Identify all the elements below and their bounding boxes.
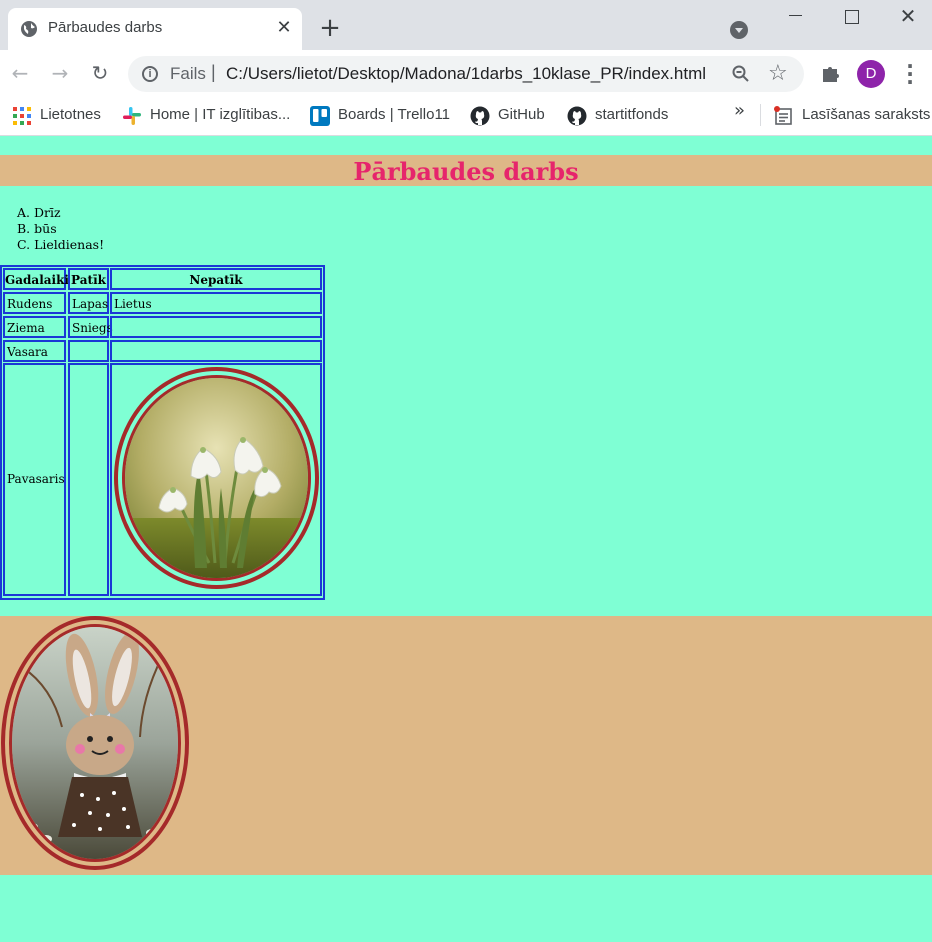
apps-grid-icon [13, 107, 31, 125]
kebab-menu-icon[interactable]: · · · [900, 56, 920, 92]
bookmark-star-icon[interactable]: ☆ [768, 61, 788, 86]
tab-strip: Pārbaudes darbs ✕ + ✕ [0, 0, 932, 50]
table-cell [68, 363, 109, 596]
zoom-out-icon[interactable] [732, 65, 750, 83]
globe-icon [21, 21, 37, 37]
list-item: B. būs [17, 221, 57, 236]
new-tab-button[interactable]: + [318, 15, 342, 41]
url-text[interactable]: C:/Users/lietot/Desktop/Madona/1darbs_10… [226, 64, 706, 84]
table-cell [110, 340, 322, 362]
page-title: Pārbaudes darbs [353, 157, 579, 186]
page-header-band: Pārbaudes darbs [0, 155, 932, 186]
bookmark-label: Boards | Trello11 [338, 106, 451, 123]
bookmarks-divider [760, 104, 761, 126]
table-cell [110, 316, 322, 338]
table-header-cell: Gadalaiki [3, 268, 69, 290]
ordered-list: A. Drīz B. būs C. Lieldienas! [17, 205, 104, 253]
minimize-button[interactable] [786, 6, 806, 26]
list-item: C. Lieldienas! [17, 237, 105, 252]
table-cell: Pavasaris [3, 363, 66, 596]
easter-bunny-image [9, 624, 181, 862]
table-cell: Ziema [3, 316, 66, 338]
info-icon[interactable]: i [142, 66, 158, 82]
more-bookmarks-chevron-icon[interactable]: » [734, 100, 745, 121]
table-cell: Rudens [3, 292, 66, 314]
slack-icon [123, 107, 141, 125]
trello-icon [310, 106, 330, 126]
table-header-cell: Nepatīk [110, 268, 322, 290]
bookmarks-bar: Lietotnes Home | IT izglītibas... Boards… [0, 96, 932, 136]
snowdrop-flowers-image [122, 375, 311, 581]
browser-tab[interactable]: Pārbaudes darbs ✕ [8, 8, 302, 50]
bookmark-label: Lietotnes [40, 106, 101, 123]
list-item: A. Drīz [17, 205, 61, 220]
address-bar[interactable]: i Fails | C:/Users/lietot/Desktop/Madona… [128, 56, 804, 92]
reload-button[interactable]: ↻ [87, 60, 113, 86]
github-icon [470, 106, 490, 126]
table-cell: Sniegs [68, 316, 113, 338]
table-cell: Lietus [110, 292, 322, 314]
reading-list-label: Lasīšanas saraksts [802, 106, 931, 123]
table-header-cell: Patīk [68, 268, 109, 290]
table-cell: Vasara [3, 340, 66, 362]
reading-list-icon [774, 106, 792, 125]
back-button[interactable]: ← [7, 60, 33, 86]
github-icon [567, 106, 587, 126]
browser-toolbar: ← → ↻ i Fails | C:/Users/lietot/Desktop/… [0, 50, 932, 96]
bunny-illustration [12, 627, 178, 859]
bookmark-label: Home | IT izglītibas... [150, 106, 291, 123]
profile-avatar[interactable]: D [857, 60, 885, 88]
maximize-button[interactable] [842, 6, 862, 26]
table-cell: Lapas [68, 292, 109, 314]
bookmark-label: GitHub [498, 106, 545, 123]
tab-search-icon[interactable] [730, 21, 748, 39]
extensions-puzzle-icon[interactable] [820, 62, 842, 84]
table-cell [68, 340, 109, 362]
tab-title: Pārbaudes darbs [48, 19, 163, 36]
close-tab-icon[interactable]: ✕ [274, 18, 294, 38]
url-scheme-label: Fails [170, 64, 206, 83]
url-separator: | [211, 62, 216, 82]
forward-button[interactable]: → [47, 60, 73, 86]
window-close-button[interactable]: ✕ [898, 6, 918, 26]
snowdrop-illustration [125, 378, 308, 578]
bookmark-label: startitfonds [595, 106, 669, 123]
